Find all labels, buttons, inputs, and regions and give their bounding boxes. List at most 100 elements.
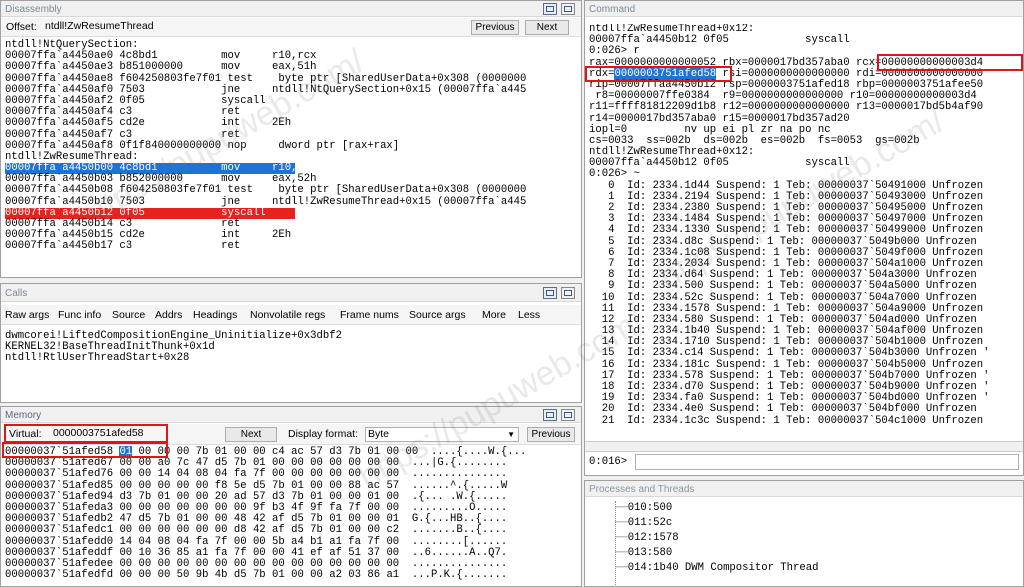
- memory-bytes: 00 00 14 04 08 04 fa 7f 00 00 00 00 00 0…: [119, 468, 400, 481]
- memory-previous-button[interactable]: Previous: [527, 427, 575, 442]
- thread-tree[interactable]: ──010:500 ──011:52c ──012:1578 ──013:580 ──0…: [615, 501, 818, 576]
- window-icon[interactable]: [543, 409, 557, 421]
- thread-label: 010:500: [627, 502, 673, 514]
- previous-button[interactable]: Previous: [471, 20, 519, 35]
- toolbar-source-args[interactable]: Source args: [409, 309, 466, 321]
- thread-tree-item[interactable]: ──011:52c: [615, 516, 818, 531]
- command-output-line: 00007ffa`a4450b12 0f05 syscall: [589, 157, 850, 170]
- processes-window: Processes and Threads ──010:500 ──011:52c…: [584, 480, 1024, 587]
- display-format-value: Byte: [368, 428, 390, 440]
- calls-window: Calls Raw args Func info Source Addrs He…: [0, 283, 582, 403]
- memory-title: Memory: [1, 407, 581, 423]
- memory-address: 00000037`51afed94: [5, 490, 120, 503]
- toolbar-func-info[interactable]: Func info: [58, 309, 101, 321]
- call-stack-frame[interactable]: ntdll!RtlUserThreadStart+0x28: [5, 353, 342, 364]
- memory-address: 00000037`51afedfd: [5, 569, 120, 582]
- highlight-rdx-box: [585, 66, 732, 82]
- memory-bytes: 00 00 00 50 9b 4b d5 7b 01 00 00 a2 03 8…: [119, 569, 400, 582]
- close-icon[interactable]: [561, 3, 575, 15]
- memory-bytes: 14 04 08 04 fa 7f 00 00 5b a4 b1 a1 fa 7…: [119, 535, 400, 548]
- memory-bytes: 00 00 00 00 00 f8 5e d5 7b 01 00 00 88 a…: [119, 479, 400, 492]
- command-output-line: 9 Id: 2334.500 Suspend: 1 Teb: 00000037`…: [589, 280, 977, 293]
- thread-tree-item[interactable]: ──012:1578: [615, 531, 818, 546]
- highlight-rcx-box: [877, 54, 1023, 71]
- toolbar-headings[interactable]: Headings: [193, 309, 237, 321]
- toolbar-addrs[interactable]: Addrs: [155, 309, 182, 321]
- thread-tree-item[interactable]: ──013:580: [615, 546, 818, 561]
- memory-ascii: ...P.K.{.......: [399, 569, 508, 582]
- memory-ascii: .{... .W.{.....: [399, 490, 508, 503]
- memory-ascii: ...............: [399, 468, 508, 481]
- command-divider: [585, 441, 1023, 452]
- memory-bytes: 00 00 00 00 00 00 d8 42 af d5 7b 01 00 0…: [119, 524, 400, 537]
- calls-toolbar: Raw args Func info Source Addrs Headings…: [1, 305, 581, 325]
- memory-dump[interactable]: 00000037`51afed58 01 00 00 00 7b 01 00 0…: [5, 446, 565, 582]
- display-format-select[interactable]: Byte ▼: [365, 427, 519, 442]
- disassembly-listing[interactable]: ntdll!NtQuerySection: 00007ffa`a4450ae0 4…: [5, 39, 575, 253]
- command-output-line: r11=ffff81812209d1b8 r12=000000000000000…: [589, 101, 984, 114]
- toolbar-more[interactable]: More: [482, 309, 506, 321]
- command-output[interactable]: ntdll!ZwResumeThread+0x12: 00007ffa`a4450…: [589, 24, 1021, 439]
- toolbar-frame-nums[interactable]: Frame nums: [340, 309, 399, 321]
- toolbar-raw-args[interactable]: Raw args: [5, 309, 49, 321]
- command-output-line: r14=0000017bd357aba0 r15=0000017bd357ad2…: [589, 112, 850, 125]
- highlight-virtual-box: [4, 424, 168, 443]
- disassembly-line[interactable]: 00007ffa`a4450b08 f604250803fe7f01 test …: [5, 185, 575, 196]
- memory-address: 00000037`51afedc1: [5, 524, 120, 537]
- memory-ascii: .......B..{....: [399, 524, 508, 537]
- thread-label: 012:1578: [627, 532, 679, 544]
- window-icon[interactable]: [543, 3, 557, 15]
- memory-address: 00000037`51afedd0: [5, 535, 120, 548]
- thread-tree-item[interactable]: ──014:1b40 DWM Compositor Thread: [615, 561, 818, 576]
- memory-row[interactable]: 00000037`51afedfd 00 00 00 50 9b 4b d5 7…: [5, 569, 565, 582]
- close-icon[interactable]: [561, 287, 575, 299]
- disassembly-line[interactable]: 00007ffa`a4450ae3 b851000000 mov eax,51h: [5, 62, 575, 73]
- disassembly-line[interactable]: 00007ffa`a4450af7 c3 ret: [5, 129, 575, 141]
- command-output-line: 15 Id: 2334.c14 Suspend: 1 Teb: 00000037…: [589, 347, 990, 360]
- thread-tree-item[interactable]: ──010:500: [615, 501, 818, 516]
- toolbar-source[interactable]: Source: [112, 309, 145, 321]
- window-icon[interactable]: [543, 287, 557, 299]
- display-format-label: Display format:: [288, 428, 359, 440]
- command-output-line: 20 Id: 2334.4e0 Suspend: 1 Teb: 00000037…: [589, 403, 977, 416]
- thread-label: 014:1b40 DWM Compositor Thread: [627, 562, 819, 574]
- command-output-line: 0:026> ~: [589, 168, 640, 181]
- next-button[interactable]: Next: [525, 20, 569, 35]
- disassembly-window: Disassembly Offset: ntdll!ZwResumeThread…: [0, 0, 582, 278]
- memory-address: 00000037`51afeddf: [5, 546, 120, 559]
- memory-ascii: ......^.{.....W: [399, 479, 508, 492]
- command-input[interactable]: [635, 454, 1019, 470]
- command-output-line: 21 Id: 2334.1c3c Suspend: 1 Teb: 0000003…: [589, 414, 984, 427]
- memory-ascii: ..6......A..Q7.: [399, 546, 508, 559]
- command-output-line: 4 Id: 2334.1330 Suspend: 1 Teb: 00000037…: [589, 224, 984, 237]
- toolbar-less[interactable]: Less: [518, 309, 540, 321]
- toolbar-nonvolatile-regs[interactable]: Nonvolatile regs: [250, 309, 325, 321]
- highlight-memory-box: [2, 442, 168, 458]
- tree-connector: ──: [615, 547, 628, 559]
- call-stack-list[interactable]: dwmcorei!LiftedCompositionEngine_Uniniti…: [5, 330, 342, 365]
- disassembly-title: Disassembly: [1, 1, 581, 17]
- command-output-line: 10 Id: 2334.52c Suspend: 1 Teb: 00000037…: [589, 291, 977, 304]
- memory-ascii: ........[......: [399, 535, 508, 548]
- offset-label: Offset:: [6, 21, 37, 33]
- command-output-line: 00007ffa`a4450b12 0f05 syscall: [589, 34, 850, 47]
- disassembly-line[interactable]: 00007ffa`a4450af5 cd2e int 2Eh: [5, 118, 575, 129]
- offset-input[interactable]: ntdll!ZwResumeThread: [43, 20, 463, 35]
- memory-bytes: d3 7b 01 00 00 20 ad 57 d3 7b 01 00 00 0…: [119, 490, 400, 503]
- tree-connector: ──: [615, 502, 628, 514]
- memory-address: 00000037`51afed85: [5, 479, 120, 492]
- disassembly-toolbar: Offset: ntdll!ZwResumeThread Previous Ne…: [1, 18, 581, 37]
- calls-title: Calls: [1, 284, 581, 302]
- close-icon[interactable]: [561, 409, 575, 421]
- tree-connector: ──: [615, 562, 628, 574]
- memory-next-button[interactable]: Next: [225, 427, 277, 442]
- tree-connector: ──: [615, 517, 628, 529]
- chevron-down-icon: ▼: [507, 430, 515, 439]
- command-prompt: 0:016>: [589, 456, 628, 468]
- memory-bytes: 00 10 36 85 a1 fa 7f 00 00 41 ef af 51 3…: [119, 546, 400, 559]
- thread-label: 011:52c: [627, 517, 673, 529]
- thread-label: 013:580: [627, 547, 673, 559]
- disassembly-line[interactable]: 00007ffa`a4450b17 c3 ret: [5, 241, 575, 252]
- tree-connector: ──: [615, 532, 628, 544]
- command-title: Command: [585, 1, 1023, 17]
